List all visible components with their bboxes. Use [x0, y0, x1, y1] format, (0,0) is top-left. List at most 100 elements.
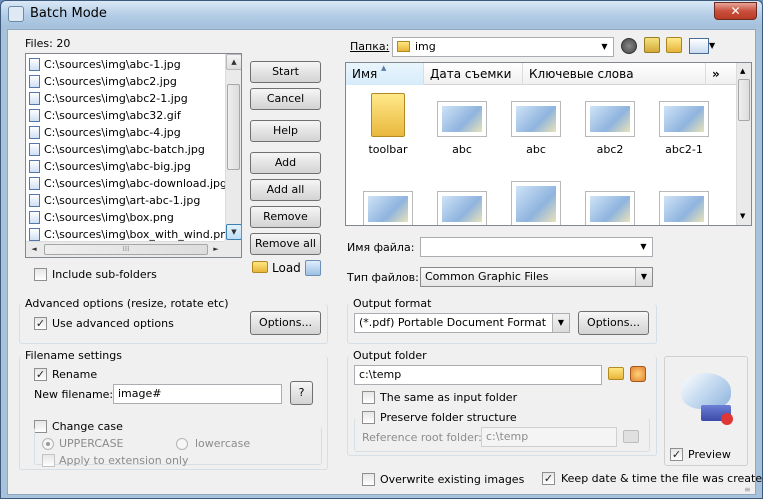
more-columns-icon[interactable]: »	[706, 63, 736, 85]
vscroll-thumb[interactable]	[227, 84, 240, 170]
file-list-item[interactable]: C:\sources\img\abc-big.jpg	[29, 158, 191, 175]
load-label[interactable]: Load	[272, 261, 301, 275]
reference-root-label: Reference root folder:	[362, 431, 482, 444]
rename-label: Rename	[52, 368, 98, 381]
rename-checkbox[interactable]: ✓	[34, 368, 47, 381]
file-list-hscroll[interactable]: ◄ ⁞⁞⁞ ►	[26, 241, 225, 257]
folder-combobox[interactable]: img ▼	[392, 37, 614, 57]
hscroll-thumb[interactable]: ⁞⁞⁞	[44, 244, 208, 255]
cancel-button[interactable]: Cancel	[250, 88, 321, 110]
keep-date-checkbox[interactable]: ✓	[542, 472, 555, 485]
browser-scroll-thumb[interactable]	[738, 79, 750, 121]
same-as-input-label: The same as input folder	[380, 391, 518, 404]
browser-vscroll[interactable]: ▲ ▼	[736, 63, 751, 225]
file-list-item[interactable]: C:\sources\img\abc-download.jpg	[29, 175, 227, 192]
file-name-combobox[interactable]: ▼	[420, 237, 653, 257]
file-list[interactable]: C:\sources\img\abc-1.jpg C:\sources\img\a…	[25, 53, 242, 258]
file-list-vscroll[interactable]: ▲ ▼	[225, 54, 241, 241]
file-icon	[29, 57, 40, 71]
new-filename-input[interactable]: image#	[113, 384, 282, 404]
output-format-options-button[interactable]: Options...	[578, 311, 649, 335]
start-button[interactable]: Start	[250, 61, 321, 83]
file-name-dropdown-arrow-icon[interactable]: ▼	[635, 238, 652, 256]
file-list-item[interactable]: C:\sources\img\box.png	[29, 209, 174, 226]
image-thumbnail-icon[interactable]	[659, 191, 709, 225]
file-icon	[29, 108, 40, 122]
resize-grip-icon[interactable]: ≡	[744, 483, 751, 497]
file-list-item[interactable]: C:\sources\img\abc-batch.jpg	[29, 141, 205, 158]
browser-scroll-up-icon[interactable]: ▲	[740, 64, 745, 78]
hscroll-left-arrow-icon[interactable]: ◄	[26, 242, 42, 257]
vscroll-up-arrow-icon[interactable]: ▲	[226, 54, 241, 70]
reference-root-folder-icon[interactable]	[623, 430, 639, 443]
output-folder-input[interactable]: c:\temp	[354, 365, 602, 385]
preview-checkbox[interactable]: ✓	[670, 448, 683, 461]
browser-item-label: toolbar	[368, 143, 408, 156]
file-list-item[interactable]: C:\sources\img\abc2-1.jpg	[29, 90, 188, 107]
include-subfolders-checkbox[interactable]	[34, 268, 47, 281]
file-path: C:\sources\img\abc-batch.jpg	[44, 143, 205, 156]
column-keywords[interactable]: Ключевые слова	[523, 63, 706, 85]
use-advanced-label: Use advanced options	[52, 317, 174, 330]
file-type-label: Тип файлов:	[347, 271, 419, 284]
overwrite-checkbox[interactable]	[362, 473, 375, 486]
include-subfolders-label: Include sub-folders	[52, 268, 157, 281]
help-button[interactable]: Help	[250, 120, 321, 142]
folder-dropdown-arrow-icon[interactable]: ▼	[596, 38, 613, 56]
view-menu-arrow-icon[interactable]: ▼	[709, 39, 715, 53]
image-thumbnail-icon[interactable]	[437, 191, 487, 225]
save-list-icon[interactable]	[305, 260, 321, 276]
uppercase-radio[interactable]	[42, 438, 54, 450]
browser-item[interactable]: abc2-1	[648, 93, 720, 156]
browser-item[interactable]: toolbar	[352, 93, 424, 156]
preview-image	[675, 367, 737, 429]
browser-item[interactable]: abc2	[574, 93, 646, 156]
file-list-item[interactable]: C:\sources\img\abc2.jpg	[29, 73, 177, 90]
image-thumbnail-icon	[511, 101, 561, 137]
image-thumbnail-icon[interactable]	[511, 181, 561, 225]
open-folder-icon[interactable]	[252, 261, 268, 273]
back-arrow-icon[interactable]	[621, 38, 637, 54]
file-icon	[29, 142, 40, 156]
file-list-item[interactable]: C:\sources\img\abc-4.jpg	[29, 124, 181, 141]
vscroll-down-arrow-icon[interactable]: ▼	[226, 224, 241, 240]
add-button[interactable]: Add	[250, 152, 321, 174]
same-as-input-checkbox[interactable]	[362, 391, 375, 404]
title-bar[interactable]: Batch Mode ✕	[1, 1, 762, 27]
up-folder-icon[interactable]	[644, 37, 660, 53]
uppercase-label: UPPERCASE	[59, 437, 124, 450]
file-list-item[interactable]: C:\sources\img\art-abc-1.jpg	[29, 192, 200, 209]
output-format-dropdown-arrow-icon[interactable]: ▼	[552, 314, 569, 332]
remove-button[interactable]: Remove	[250, 206, 321, 228]
browser-item[interactable]: abc	[500, 93, 572, 156]
add-all-button[interactable]: Add all	[250, 179, 321, 201]
file-type-dropdown-arrow-icon[interactable]: ▼	[635, 268, 652, 286]
use-advanced-checkbox[interactable]: ✓	[34, 317, 47, 330]
browse-folder-icon[interactable]	[608, 367, 624, 380]
browser-item[interactable]: abc	[426, 93, 498, 156]
output-format-value: (*.pdf) Portable Document Format	[359, 316, 547, 329]
folder-icon	[371, 93, 405, 137]
image-thumbnail-icon[interactable]	[585, 191, 635, 225]
lowercase-label: lowercase	[195, 437, 251, 450]
view-menu-icon[interactable]	[689, 38, 709, 54]
output-format-combobox[interactable]: (*.pdf) Portable Document Format ▼	[354, 313, 570, 333]
remove-all-button[interactable]: Remove all	[250, 233, 321, 255]
hscroll-right-arrow-icon[interactable]: ►	[208, 242, 224, 257]
advanced-options-button[interactable]: Options...	[250, 311, 321, 335]
open-output-folder-icon[interactable]	[630, 366, 646, 382]
new-folder-icon[interactable]	[666, 37, 682, 53]
file-list-item[interactable]: C:\sources\img\abc-1.jpg	[29, 56, 181, 73]
file-type-combobox[interactable]: Common Graphic Files ▼	[420, 267, 653, 287]
apply-extension-checkbox[interactable]	[42, 454, 55, 467]
browser-item-label: abc	[452, 143, 472, 156]
image-thumbnail-icon[interactable]	[363, 191, 413, 225]
file-list-item[interactable]: C:\sources\img\abc32.gif	[29, 107, 181, 124]
filename-help-button[interactable]: ?	[290, 381, 313, 405]
browser-scroll-down-icon[interactable]: ▼	[740, 209, 745, 223]
file-browser[interactable]: Имя ▲ Дата съемки Ключевые слова » toolb…	[345, 62, 752, 226]
reference-root-input[interactable]: c:\temp	[481, 427, 617, 447]
column-date[interactable]: Дата съемки	[424, 63, 523, 85]
close-button[interactable]: ✕	[714, 2, 757, 20]
lowercase-radio[interactable]	[176, 438, 188, 450]
